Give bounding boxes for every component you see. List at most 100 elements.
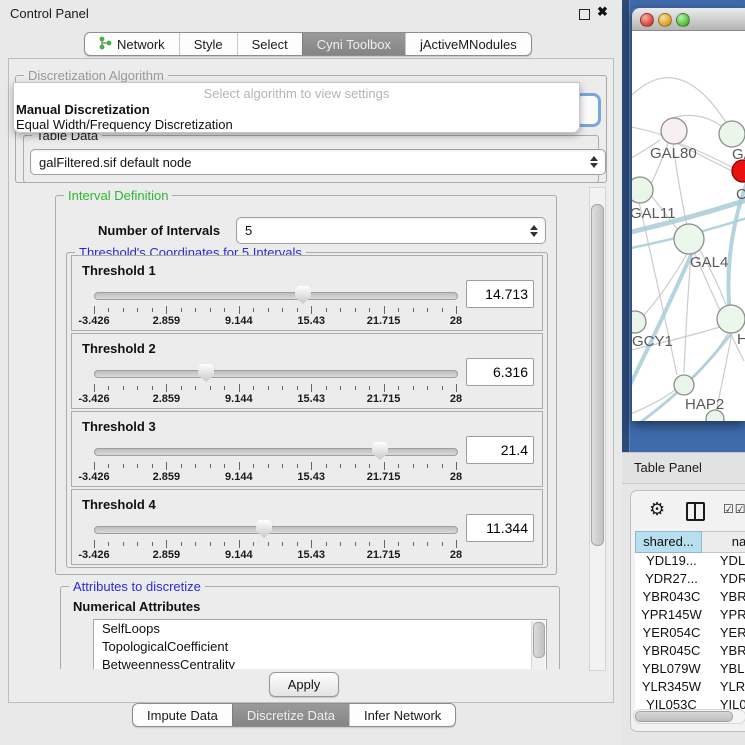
slider-tick-labels: -3.4262.8599.14415.4321.71528: [94, 471, 456, 483]
tick-mark: [108, 386, 109, 390]
numerical-attributes-list[interactable]: SelfLoopsTopologicalCoefficientBetweenne…: [93, 619, 547, 669]
table-hscrollbar-thumb[interactable]: [635, 711, 733, 722]
table-row[interactable]: YDR27...YDR2: [635, 571, 745, 589]
network-node-hap2[interactable]: [674, 375, 694, 395]
main-scrollbar[interactable]: [589, 187, 606, 671]
minimize-traffic-light-icon[interactable]: [658, 13, 672, 27]
table-row[interactable]: YPR145WYPR1: [635, 607, 745, 625]
threshold-slider[interactable]: -3.4262.8599.14415.4321.71528: [94, 286, 456, 326]
attribute-item[interactable]: SelfLoops: [94, 620, 546, 638]
network-edge[interactable]: [632, 126, 665, 136]
dropdown-option-manual-discretization[interactable]: Manual Discretization: [16, 102, 150, 117]
slider-thumb[interactable]: [256, 520, 272, 538]
slider-tick-labels: -3.4262.8599.14415.4321.71528: [94, 549, 456, 561]
table-row[interactable]: YDL19...YDL1: [635, 553, 745, 571]
network-window-titlebar[interactable]: [632, 8, 745, 31]
tick-mark: [456, 462, 457, 470]
attribute-item[interactable]: BetweennessCentrality: [94, 656, 546, 669]
tab-style[interactable]: Style: [179, 33, 237, 55]
table-row[interactable]: YBR045CYBR0: [635, 643, 745, 661]
tick-mark: [340, 464, 341, 468]
tab-select[interactable]: Select: [237, 33, 302, 55]
tick-label: -3.426: [78, 549, 109, 561]
network-edge[interactable]: [632, 78, 727, 124]
gear-icon[interactable]: ⚙: [649, 499, 665, 520]
node-label: H: [737, 331, 745, 348]
number-of-intervals-combo[interactable]: 5: [236, 217, 546, 244]
dropdown-option-equal-width-frequency-discretization[interactable]: Equal Width/Frequency Discretization: [16, 117, 233, 132]
threshold-value-input[interactable]: [466, 280, 534, 308]
attribute-item[interactable]: TopologicalCoefficient: [94, 638, 546, 656]
table-data-combo[interactable]: galFiltered.sif default node: [30, 149, 606, 175]
tick-label: 15.43: [297, 471, 325, 483]
column-header-name[interactable]: na: [702, 531, 745, 553]
tick-mark: [152, 542, 153, 546]
float-window-icon[interactable]: [579, 9, 590, 20]
network-graph[interactable]: GAL80GACGAL11GAL4GCY1HHAP2: [632, 31, 745, 421]
tick-mark: [384, 384, 385, 392]
bottom-tab-discretize-data[interactable]: Discretize Data: [232, 704, 349, 726]
threshold-panel: Threshold 3-3.4262.8599.14415.4321.71528: [71, 411, 543, 487]
threshold-slider[interactable]: -3.4262.8599.14415.4321.71528: [94, 364, 456, 404]
network-node-gal4[interactable]: [674, 224, 704, 254]
tick-mark: [442, 542, 443, 546]
slider-thumb[interactable]: [372, 442, 388, 460]
threshold-slider[interactable]: -3.4262.8599.14415.4321.71528: [94, 520, 456, 560]
slider-track[interactable]: [94, 370, 458, 378]
tick-mark: [326, 464, 327, 468]
bottom-tab-infer-network[interactable]: Infer Network: [349, 704, 455, 726]
threshold-slider[interactable]: -3.4262.8599.14415.4321.71528: [94, 442, 456, 482]
tick-label: 28: [450, 315, 462, 327]
threshold-value-input[interactable]: [466, 358, 534, 386]
network-canvas[interactable]: GAL80GACGAL11GAL4GCY1HHAP2: [632, 31, 745, 421]
threshold-label: Threshold 4: [82, 497, 156, 512]
bottom-tab-label: Discretize Data: [247, 708, 335, 723]
tick-mark: [239, 306, 240, 314]
slider-track[interactable]: [94, 292, 458, 300]
table-hscrollbar[interactable]: [633, 709, 745, 724]
table-row[interactable]: YBR043CYBR0: [635, 589, 745, 607]
table-row[interactable]: YER054CYER0: [635, 625, 745, 643]
slider-track[interactable]: [94, 526, 458, 534]
tick-mark: [181, 542, 182, 546]
threshold-value-input[interactable]: [466, 514, 534, 542]
tick-mark: [297, 308, 298, 312]
tab-cyni-toolbox[interactable]: Cyni Toolbox: [302, 33, 405, 55]
network-node-c[interactable]: [732, 160, 745, 182]
tab-network[interactable]: Network: [85, 33, 179, 55]
attributes-scrollbar-thumb[interactable]: [533, 622, 545, 658]
network-edge[interactable]: [644, 254, 687, 315]
threshold-value-input[interactable]: [466, 436, 534, 464]
network-node-gal11[interactable]: [632, 177, 653, 203]
node-label: GAL4: [690, 254, 728, 271]
network-node-ga[interactable]: [719, 121, 745, 147]
tick-mark: [181, 386, 182, 390]
tick-label: -3.426: [78, 315, 109, 327]
table-row[interactable]: YLR345WYLR3: [635, 679, 745, 697]
tick-label: 9.144: [225, 315, 253, 327]
column-header-shared-name[interactable]: shared...: [635, 531, 702, 553]
close-icon[interactable]: ✖: [597, 4, 608, 20]
bottom-tab-impute-data[interactable]: Impute Data: [133, 704, 232, 726]
zoom-traffic-light-icon[interactable]: [676, 13, 690, 27]
tick-mark: [340, 308, 341, 312]
attributes-scrollbar[interactable]: [531, 621, 545, 669]
cell-shared-name: YER054C: [635, 625, 708, 643]
slider-tick-labels: -3.4262.8599.14415.4321.71528: [94, 315, 456, 327]
slider-thumb[interactable]: [295, 286, 311, 304]
algorithm-dropdown-popup: Select algorithm to view settings Manual…: [13, 82, 580, 133]
table-row[interactable]: YBL079WYBL0: [635, 661, 745, 679]
tab-jactivemnodules[interactable]: jActiveMNodules: [405, 33, 531, 55]
main-scrollbar-thumb[interactable]: [591, 204, 604, 546]
network-node-h[interactable]: [717, 305, 745, 333]
tick-label: 28: [450, 393, 462, 405]
select-columns-icons[interactable]: ☑☑: [723, 502, 745, 516]
table-data-value: galFiltered.sif default node: [39, 155, 191, 170]
columns-icon[interactable]: [686, 502, 705, 521]
close-traffic-light-icon[interactable]: [640, 13, 654, 27]
apply-button[interactable]: Apply: [269, 672, 339, 697]
slider-track[interactable]: [94, 448, 458, 456]
slider-ticks: [94, 462, 456, 470]
slider-thumb[interactable]: [198, 364, 214, 382]
network-node-gal80[interactable]: [661, 118, 687, 144]
